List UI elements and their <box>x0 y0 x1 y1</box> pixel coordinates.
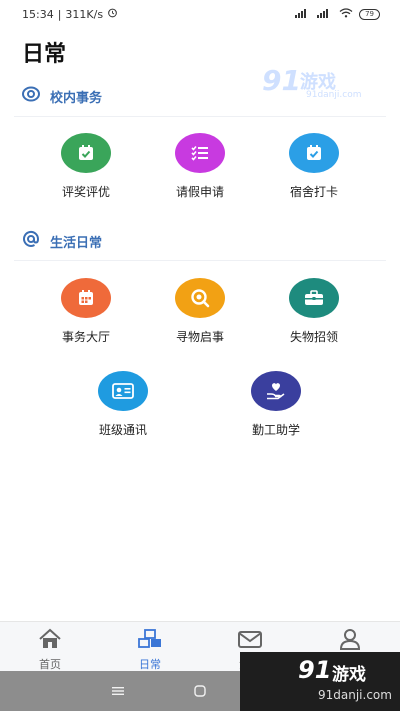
status-time: 15:34 <box>22 7 54 21</box>
watermark-bottom-text: 游戏 <box>332 665 366 685</box>
section-divider <box>14 260 386 261</box>
contact-card-icon <box>98 371 148 411</box>
section-header-school: 校内事务 <box>22 86 102 106</box>
tab-home[interactable]: 首页 <box>20 628 80 672</box>
grid-label-awards: 评奖评优 <box>61 185 110 199</box>
checklist-icon <box>175 133 225 173</box>
grid-label-service-hall: 事务大厅 <box>61 330 110 344</box>
status-right: 79 <box>295 8 380 20</box>
tab-label-daily: 日常 <box>139 658 161 671</box>
watermark-logo-bottom: 91 游戏 91danji.com <box>240 652 400 711</box>
grid-label-class-contacts: 班级通讯 <box>98 423 147 437</box>
menu-icon[interactable] <box>103 671 133 711</box>
grid-label-lost-notice: 寻物启事 <box>175 330 224 344</box>
mail-icon <box>237 628 263 654</box>
watermark-bottom-url: 91danji.com <box>318 688 392 702</box>
grid-label-leave: 请假申请 <box>175 185 224 199</box>
wifi-icon <box>339 8 353 20</box>
status-bar: 15:34 | 311K/s 79 <box>0 0 400 28</box>
briefcase-icon <box>289 278 339 318</box>
section-title-life: 生活日常 <box>50 235 103 251</box>
grid-label-work-study: 勤工助学 <box>251 423 300 437</box>
tab-daily[interactable]: 日常 <box>120 628 180 672</box>
tab-label-home: 首页 <box>39 658 61 671</box>
grid-label-lost-found: 失物招领 <box>289 330 338 344</box>
home-nav-icon[interactable] <box>185 671 215 711</box>
signal-icon <box>295 8 311 20</box>
grid-item-lost-notice[interactable]: 寻物启事 <box>145 278 255 345</box>
heart-hand-icon <box>251 371 301 411</box>
grid-item-service-hall[interactable]: 事务大厅 <box>31 278 141 345</box>
grid-item-dorm-checkin[interactable]: 宿舍打卡 <box>259 133 369 200</box>
section-title-school: 校内事务 <box>50 90 103 106</box>
grid-item-work-study[interactable]: 勤工助学 <box>221 371 331 438</box>
eye-target-icon <box>22 86 40 106</box>
status-net-speed: 311K/s <box>65 7 104 21</box>
grid-item-class-contacts[interactable]: 班级通讯 <box>68 371 178 438</box>
magnifier-icon <box>175 278 225 318</box>
calendar-grid-icon <box>61 278 111 318</box>
page-title: 日常 <box>22 42 67 67</box>
watermark-number: 91 <box>262 64 301 97</box>
grid-item-awards[interactable]: 评奖评优 <box>31 133 141 200</box>
calendar-check-icon <box>61 133 111 173</box>
grid-item-leave[interactable]: 请假申请 <box>145 133 255 200</box>
section-header-life: 生活日常 <box>22 230 102 252</box>
section-divider <box>14 116 386 117</box>
watermark-bottom-number: 91 <box>298 656 332 684</box>
user-icon <box>337 628 363 654</box>
grid-label-dorm-checkin: 宿舍打卡 <box>289 185 338 199</box>
boxes-icon <box>137 628 163 654</box>
calendar-check-icon <box>289 133 339 173</box>
home-icon <box>37 628 63 654</box>
at-icon <box>22 230 40 252</box>
alarm-icon <box>107 7 118 21</box>
watermark-logo: 91 游戏 91danji.com <box>262 64 362 104</box>
status-left: 15:34 | 311K/s <box>22 7 118 21</box>
battery-icon: 79 <box>359 8 380 20</box>
signal-icon-2 <box>317 8 333 20</box>
grid-item-lost-found[interactable]: 失物招领 <box>259 278 369 345</box>
watermark-url: 91danji.com <box>306 90 362 100</box>
